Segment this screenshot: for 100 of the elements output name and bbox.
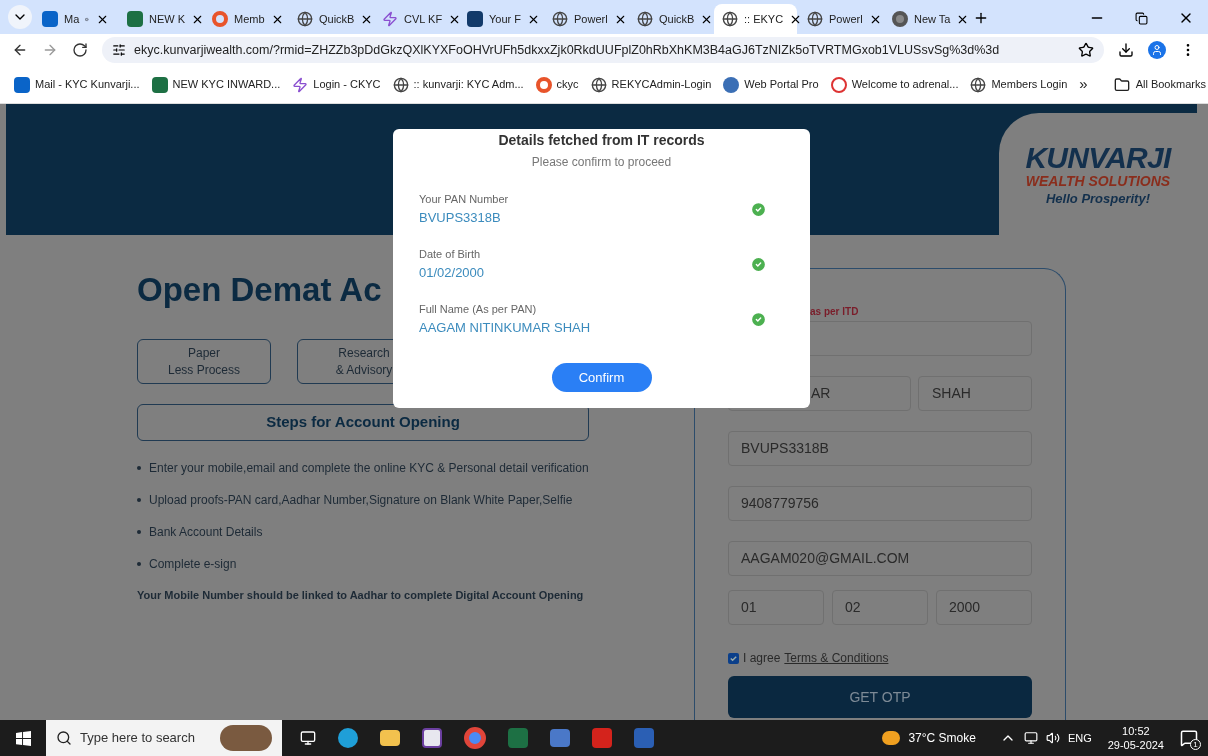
favicon-icon bbox=[382, 11, 398, 27]
field-label: as per ITD bbox=[809, 305, 860, 319]
favicon-icon bbox=[14, 76, 30, 93]
bookmark-item[interactable]: ckyc bbox=[535, 76, 579, 93]
tab-title: :: EKYC bbox=[744, 11, 784, 27]
chrome-icon[interactable] bbox=[464, 727, 486, 749]
agree-text: I agree bbox=[743, 650, 781, 667]
detail-value: BVUPS3318B bbox=[419, 208, 502, 227]
bookmark-item[interactable]: Welcome to adrenal... bbox=[830, 76, 959, 93]
notification-count: 1 bbox=[1190, 739, 1201, 750]
confirm-button[interactable]: Confirm bbox=[551, 363, 652, 392]
dialog-title: Details fetched from IT records bbox=[498, 131, 705, 150]
input-field[interactable]: 9408779756 bbox=[728, 486, 1032, 521]
detail-value: 01/02/2000 bbox=[419, 263, 485, 282]
pdf-icon[interactable] bbox=[592, 728, 612, 748]
site-settings-icon[interactable] bbox=[112, 43, 126, 57]
favicon-icon bbox=[42, 11, 58, 27]
step-text: Complete e-sign bbox=[149, 556, 237, 573]
favicon-icon bbox=[297, 11, 313, 27]
folder-icon[interactable] bbox=[380, 730, 400, 746]
agree-checkbox[interactable] bbox=[728, 652, 739, 664]
input-field[interactable]: 2000 bbox=[936, 590, 1032, 625]
input-field[interactable]: SHAH bbox=[918, 376, 1032, 411]
favicon-icon bbox=[970, 76, 987, 93]
bookmark-item[interactable]: Members Login bbox=[970, 76, 1068, 93]
browser-tab[interactable]: New Ta bbox=[884, 4, 967, 34]
detail-label: Date of Birth bbox=[419, 247, 482, 262]
detail-label: Full Name (As per PAN) bbox=[419, 302, 538, 317]
input-field[interactable]: BVUPS3318B bbox=[728, 431, 1032, 466]
logo-tagline: Hello Prosperity! bbox=[1046, 190, 1150, 207]
back-icon[interactable] bbox=[12, 42, 28, 58]
bookmark-item[interactable]: REKYCAdmin-Login bbox=[590, 76, 712, 93]
browser-tab[interactable]: QuickB bbox=[289, 4, 372, 34]
bookmark-item[interactable]: Web Portal Pro bbox=[723, 76, 819, 93]
bookmark-item[interactable]: Login - CKYC bbox=[292, 76, 381, 93]
browser-tab[interactable]: NEW K bbox=[119, 4, 202, 34]
tab-title: Memb bbox=[234, 11, 265, 27]
notifications-icon[interactable] bbox=[1180, 729, 1198, 747]
step-text: Upload proofs-PAN card,Aadhar Number,Signature on Blank White Paper,Selfie bbox=[149, 492, 573, 509]
browser-tab[interactable]: Ma bbox=[34, 4, 117, 34]
tab-title: QuickB bbox=[319, 11, 355, 27]
edge-icon[interactable] bbox=[338, 728, 358, 748]
bullet-icon bbox=[137, 498, 141, 502]
browser-tab[interactable]: CVL KF bbox=[374, 4, 457, 34]
tab-title: Powerl bbox=[829, 11, 863, 27]
download-icon[interactable] bbox=[1118, 42, 1134, 58]
url-text: ekyc.kunvarjiwealth.com/?rmid=ZHZZb3pDdGkzQXlKYXFoOHVrUFh5dkxxZjk0RkdUUFplZ0hRbXhKM3B4aGJ6TzNIZk5oTVRTMGxob1VLUSsvSg%3d%3d bbox=[134, 41, 1000, 59]
bookmark-item[interactable]: NEW KYC INWARD... bbox=[151, 76, 281, 93]
address-field[interactable]: ekyc.kunvarjiwealth.com/?rmid=ZHZZb3pDdGkzQXlKYXFoOHVrUFh5dkxxZjk0RkdUUFplZ0hRbXhKM3B4aGJ6TzNIZk5oTVRTMGxob1VLUSsvSg%3d%3d bbox=[102, 37, 1104, 63]
search-icon bbox=[56, 730, 72, 746]
favicon-icon bbox=[637, 11, 653, 27]
favicon-icon bbox=[467, 11, 483, 27]
more-bookmarks-button[interactable]: » bbox=[1079, 73, 1088, 96]
bookmark-item[interactable]: Mail - KYC Kunvarji... bbox=[14, 76, 140, 93]
reload-icon[interactable] bbox=[72, 42, 88, 58]
tab-search-button[interactable] bbox=[8, 5, 32, 29]
app-icon[interactable] bbox=[422, 728, 442, 748]
favicon-icon bbox=[212, 11, 228, 27]
browser-tab[interactable]: Powerl bbox=[544, 4, 627, 34]
browser-tab[interactable]: :: EKYC bbox=[714, 4, 797, 34]
weather-icon bbox=[882, 731, 901, 745]
tab-title: NEW K bbox=[149, 11, 186, 27]
tab-title: Your F bbox=[489, 11, 521, 27]
forward-icon[interactable] bbox=[42, 42, 58, 58]
favicon-icon bbox=[830, 76, 847, 93]
get-otp-button[interactable]: GET OTP bbox=[728, 676, 1032, 718]
task-view-icon[interactable] bbox=[300, 730, 316, 746]
input-field[interactable]: 02 bbox=[832, 590, 928, 625]
input-field[interactable]: 01 bbox=[728, 590, 824, 625]
taskbar-search-field[interactable]: Type here to search bbox=[46, 720, 282, 756]
otter-illustration bbox=[220, 725, 272, 751]
bullet-icon bbox=[137, 562, 141, 566]
network-app-icon[interactable] bbox=[550, 729, 570, 747]
bullet-icon bbox=[137, 466, 141, 470]
bookmark-item[interactable]: :: kunvarji: KYC Adm... bbox=[392, 76, 524, 93]
browser-tab[interactable]: Memb bbox=[204, 4, 287, 34]
bookmark-star-icon[interactable] bbox=[1078, 42, 1094, 58]
terms-link[interactable]: Terms & Conditions bbox=[784, 649, 889, 667]
bullet-icon bbox=[137, 530, 141, 534]
all-bookmarks-item[interactable]: All Bookmarks bbox=[1113, 76, 1206, 93]
tab-title: QuickB bbox=[659, 11, 695, 27]
new-tab-icon[interactable] bbox=[973, 10, 989, 26]
clock[interactable]: 10:52 29-05-2024 bbox=[1107, 724, 1164, 752]
favicon-icon bbox=[151, 76, 168, 93]
network-icon[interactable] bbox=[1023, 731, 1038, 745]
browser-tab[interactable]: QuickB bbox=[629, 4, 712, 34]
tab-title: CVL KF bbox=[404, 11, 443, 27]
profile-icon[interactable] bbox=[1148, 41, 1166, 59]
step-text: Enter your mobile,email and complete the online KYC & Personal detail verification bbox=[149, 460, 589, 477]
favicon-icon bbox=[723, 76, 740, 93]
browser-tab[interactable]: Your F bbox=[459, 4, 542, 34]
favicon-icon bbox=[535, 76, 552, 93]
input-field[interactable]: AAGAM020@GMAIL.COM bbox=[728, 541, 1032, 576]
language-indicator[interactable]: ENG bbox=[1067, 729, 1092, 747]
weather-text: 37°C Smoke bbox=[908, 730, 976, 747]
volume-icon[interactable] bbox=[1045, 731, 1060, 745]
browser-tab[interactable]: Powerl bbox=[799, 4, 882, 34]
restore-icon[interactable] bbox=[1135, 11, 1148, 25]
page-title: Open Demat Ac bbox=[137, 273, 382, 306]
favicon-icon bbox=[722, 11, 738, 27]
